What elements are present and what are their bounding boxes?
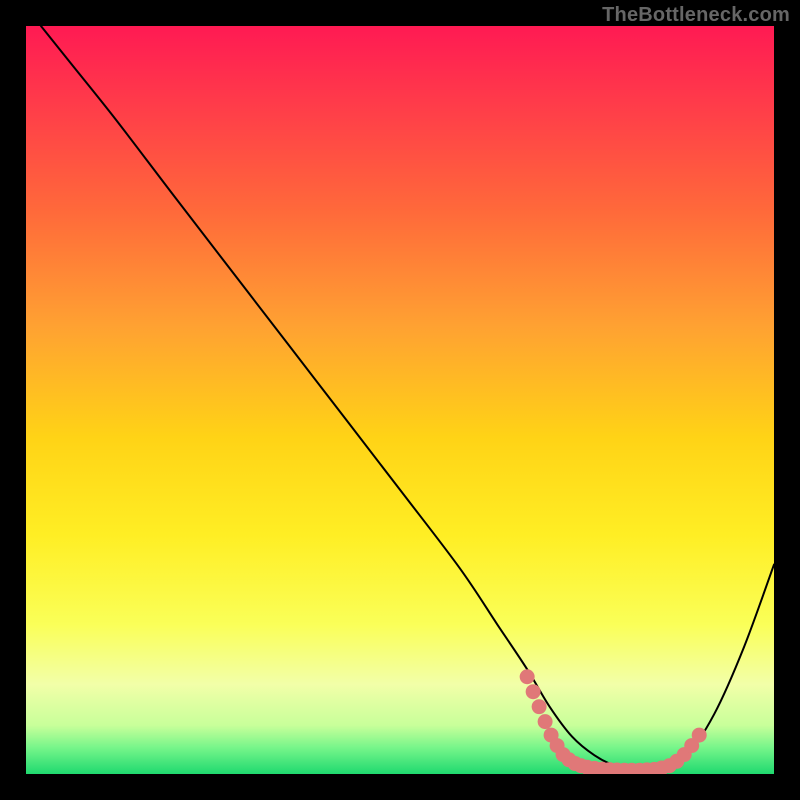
chart-svg bbox=[26, 26, 774, 774]
valley-dot bbox=[520, 669, 535, 684]
valley-dot bbox=[532, 699, 547, 714]
gradient-background bbox=[26, 26, 774, 774]
plot-area bbox=[26, 26, 774, 774]
valley-dot bbox=[538, 714, 553, 729]
watermark-text: TheBottleneck.com bbox=[602, 4, 790, 27]
valley-dot bbox=[692, 728, 707, 743]
valley-dot bbox=[526, 684, 541, 699]
chart-frame: TheBottleneck.com bbox=[0, 0, 800, 800]
